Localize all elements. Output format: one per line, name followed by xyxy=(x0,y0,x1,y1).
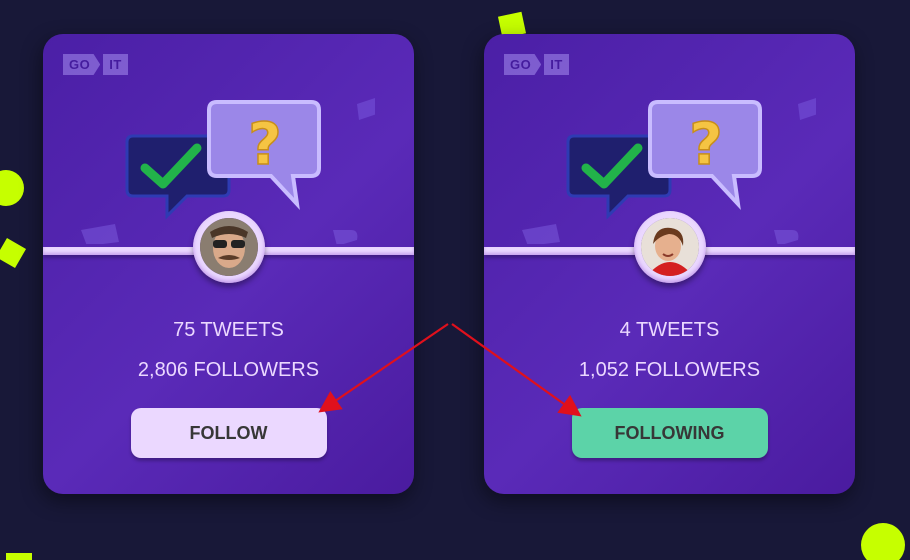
decor-lime-square-left xyxy=(0,237,27,269)
woman-avatar xyxy=(640,218,699,276)
avatar xyxy=(192,211,265,283)
decor-lime-circle-left xyxy=(0,170,24,206)
decor-lime-square-bottom-left xyxy=(6,553,32,560)
tweets-count: 4 TWEETS xyxy=(619,319,720,341)
followers-count: 2,806 FOLLOWERS xyxy=(137,359,320,381)
tweets-count: 75 TWEETS xyxy=(173,319,284,341)
man-with-sunglasses-avatar xyxy=(199,218,258,276)
followers-count: 1,052 FOLLOWERS xyxy=(578,359,761,381)
decor-lime-circle-bottom-right xyxy=(861,523,905,560)
user-card: GO IT ? 75 TWEETS 2,806 FOLLOWERS FOLLOW xyxy=(43,34,414,494)
svg-text:?: ? xyxy=(248,110,282,178)
user-card: GO IT ? 4 TWEETS 1,052 FOLLOWERS FOLLOWI… xyxy=(484,34,855,494)
following-button[interactable]: FOLLOWING xyxy=(571,408,768,458)
follow-button[interactable]: FOLLOW xyxy=(130,408,327,458)
svg-text:?: ? xyxy=(689,110,723,178)
like-icon xyxy=(774,98,816,244)
chat-icon xyxy=(522,224,560,244)
chat-icon xyxy=(81,224,119,244)
like-icon xyxy=(333,98,375,244)
avatar xyxy=(633,211,706,283)
